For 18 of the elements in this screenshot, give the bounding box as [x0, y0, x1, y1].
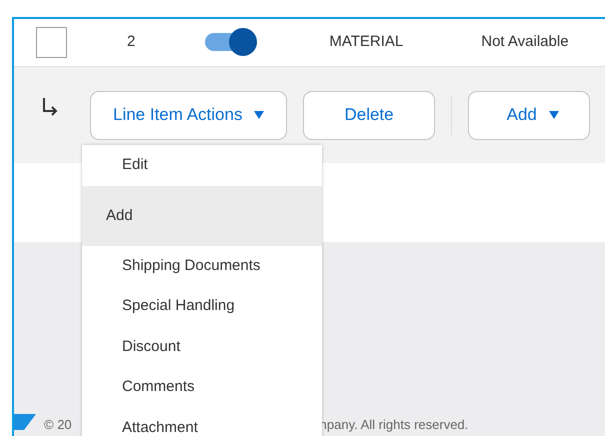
return-arrow-icon: [42, 98, 58, 116]
menu-item[interactable]: Attachment: [82, 408, 322, 436]
row-checkbox[interactable]: [36, 26, 67, 58]
item-type: MATERIAL: [329, 32, 404, 52]
action-button[interactable]: Line Item Actions: [90, 90, 288, 140]
availability-text: Not Available: [481, 32, 569, 52]
logo-icon: [14, 414, 36, 430]
toggle-switch[interactable]: [205, 30, 258, 54]
menu-item[interactable]: Special Handling: [82, 286, 322, 326]
menu-item[interactable]: Discount: [82, 326, 322, 367]
action-button[interactable]: Delete: [303, 90, 435, 140]
copyright-text: © 20: [44, 417, 72, 432]
menu-item[interactable]: Edit: [82, 145, 322, 186]
menu-item[interactable]: Comments: [82, 367, 322, 408]
action-button[interactable]: Add: [468, 90, 590, 140]
menu-group-header: Add: [82, 186, 322, 246]
row-number: 2: [127, 32, 136, 52]
menu-item[interactable]: Shipping Documents: [82, 246, 322, 286]
